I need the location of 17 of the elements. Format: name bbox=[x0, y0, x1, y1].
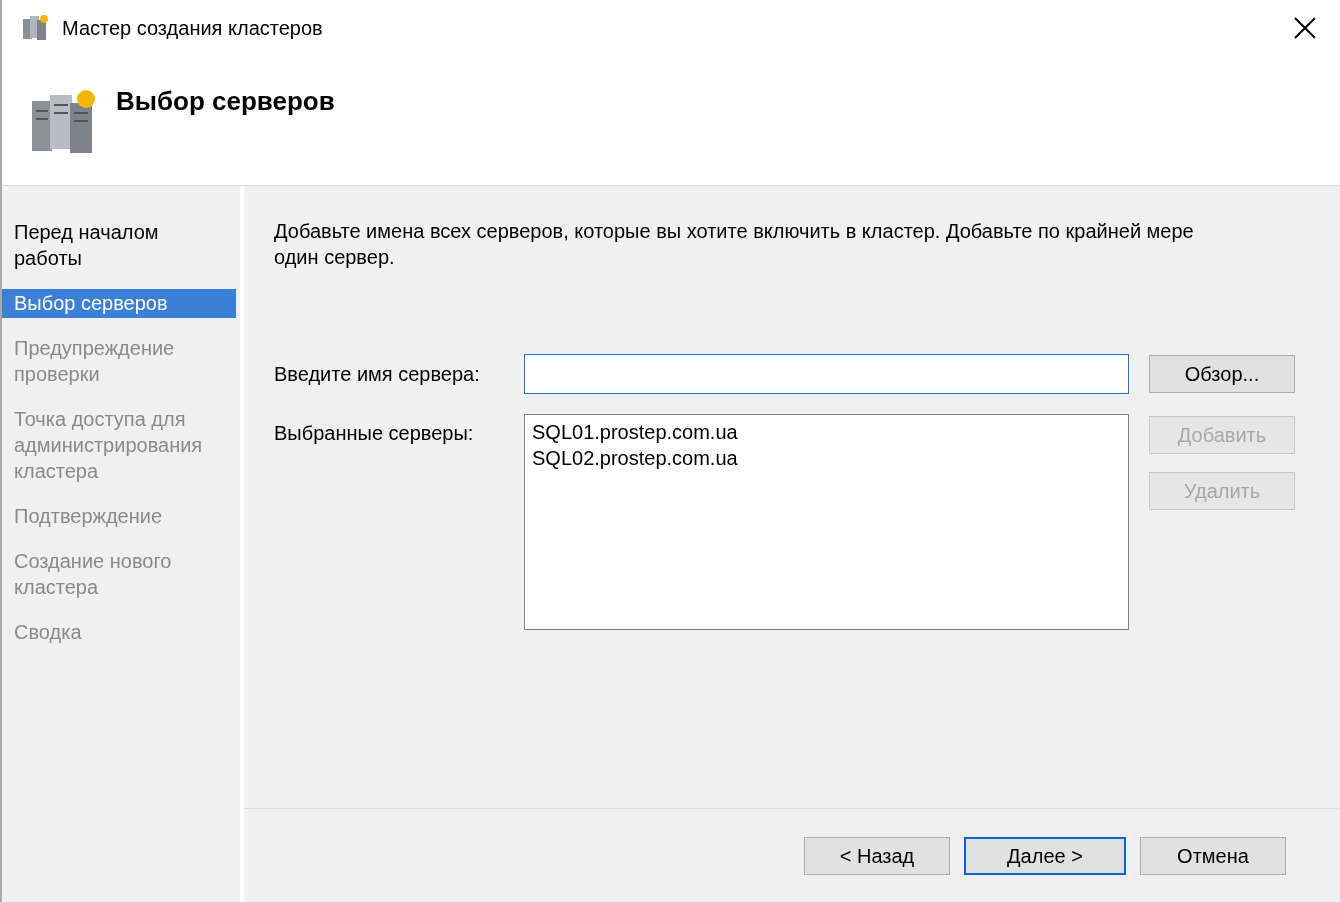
wizard-step[interactable]: Перед началом работы bbox=[2, 218, 240, 273]
page-heading: Выбор серверов bbox=[116, 85, 335, 118]
field-label: Введите имя сервера: bbox=[274, 362, 481, 387]
list-item[interactable]: SQL02.prostep.com.ua bbox=[532, 445, 1121, 471]
list-item[interactable]: SQL01.prostep.com.ua bbox=[532, 419, 1121, 445]
window-title: Мастер создания кластеров bbox=[62, 16, 323, 41]
instruction-text: Добавьте имена всех серверов, которые вы хотите включить в кластер. Добавьте по крайней мере один сервер. bbox=[274, 219, 1195, 270]
servers-list[interactable]: SQL01.prostep.com.ua SQL02.prostep.com.ua bbox=[524, 414, 1129, 630]
list-label: Выбранные серверы: bbox=[274, 421, 475, 446]
wizard-button[interactable]: Отмена bbox=[1140, 836, 1286, 875]
server-name-field[interactable] bbox=[524, 354, 1129, 394]
wizard-button[interactable]: Далее > bbox=[964, 836, 1126, 875]
servers-icon bbox=[20, 13, 50, 43]
wizard-step[interactable]: Выбор серверов bbox=[2, 289, 236, 318]
close-icon[interactable] bbox=[1294, 17, 1316, 39]
wizard-button[interactable]: < Назад bbox=[804, 836, 950, 875]
browse-button[interactable]: Обзор... bbox=[1149, 355, 1295, 393]
